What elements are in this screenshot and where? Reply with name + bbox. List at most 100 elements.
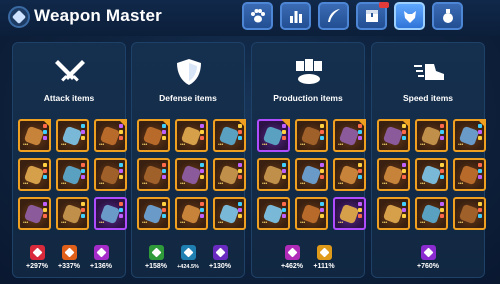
tab-stats[interactable] (280, 2, 311, 30)
rank-stars: ••• (420, 220, 426, 226)
equipment-slot[interactable]: ••• (377, 119, 410, 152)
equipment-slot[interactable]: ••• (213, 119, 246, 152)
gem-slots (320, 163, 324, 181)
crossed-swords-icon (55, 60, 85, 82)
equipment-slot[interactable]: ••• (415, 158, 448, 191)
equipment-slot[interactable]: ••• (94, 119, 127, 152)
stat-bonus: +297% (24, 245, 50, 270)
gem-slots (162, 163, 166, 181)
gem-slots (238, 163, 242, 181)
tab-bar (242, 0, 463, 34)
stat-bonus: +130% (207, 245, 233, 270)
gem-slots (358, 124, 362, 142)
equipment-slot[interactable]: ••• (257, 197, 290, 230)
gem-slots (162, 124, 166, 142)
equipment-slot[interactable]: ••• (453, 158, 486, 191)
treasure-chest-icon (366, 10, 378, 22)
rank-stars: ••• (382, 142, 388, 148)
stat-value: +760% (417, 263, 439, 270)
paw-icon (251, 9, 265, 23)
speed-stat-icon (420, 245, 436, 260)
equipment-slot[interactable]: ••• (175, 158, 208, 191)
gem-slots (43, 163, 47, 181)
rank-stars: ••• (180, 220, 186, 226)
gem-slots (238, 202, 242, 220)
rank-stars: ••• (180, 142, 186, 148)
equipment-slot[interactable]: ••• (18, 119, 51, 152)
weapon-master-icon (8, 6, 30, 28)
gem-slots (282, 124, 286, 142)
equipment-slot[interactable]: ••• (415, 197, 448, 230)
gem-slots (440, 163, 444, 181)
gem-slots (119, 202, 123, 220)
gem-slots (440, 124, 444, 142)
stat-bonus: +111% (311, 245, 337, 270)
rank-stars: ••• (61, 142, 67, 148)
equipment-slot[interactable]: ••• (94, 158, 127, 191)
rank-stars: ••• (61, 220, 67, 226)
equipment-slot[interactable]: ••• (377, 197, 410, 230)
equipment-slot[interactable]: ••• (175, 119, 208, 152)
stat-bonuses: +760% (372, 245, 484, 270)
gem-slots (43, 202, 47, 220)
equipment-slot[interactable]: ••• (18, 158, 51, 191)
equipment-slot[interactable]: ••• (56, 197, 89, 230)
tab-skills[interactable] (318, 2, 349, 30)
equipment-slot[interactable]: ••• (94, 197, 127, 230)
equipment-slot[interactable]: ••• (257, 119, 290, 152)
equipment-slot[interactable]: ••• (333, 119, 366, 152)
bar-chart-icon (290, 11, 302, 23)
stat-value: +130% (209, 263, 231, 270)
gem-slots (119, 163, 123, 181)
feather-icon (328, 9, 340, 22)
tab-potions[interactable] (432, 2, 463, 30)
equipment-slot[interactable]: ••• (56, 158, 89, 191)
shield-icon (177, 59, 201, 85)
running-shoe-icon (414, 64, 444, 80)
wolf-head-icon (404, 11, 416, 23)
equipment-slot[interactable]: ••• (175, 197, 208, 230)
stat-value: +337% (58, 263, 80, 270)
rank-stars: ••• (300, 220, 306, 226)
header: Weapon Master (0, 0, 500, 36)
equipment-slot[interactable]: ••• (333, 158, 366, 191)
tab-pets[interactable] (242, 2, 273, 30)
equipment-slot[interactable]: ••• (453, 119, 486, 152)
rank-stars: ••• (458, 220, 464, 226)
equipment-slot[interactable]: ••• (18, 197, 51, 230)
rank-stars: ••• (262, 220, 268, 226)
equipment-slot[interactable]: ••• (56, 119, 89, 152)
tab-weapon-master[interactable] (394, 2, 425, 30)
rank-stars: ••• (23, 142, 29, 148)
stat-bonuses: +462% +111% (252, 245, 364, 270)
equipment-slot[interactable]: ••• (137, 119, 170, 152)
equipment-slot[interactable]: ••• (213, 158, 246, 191)
rank-stars: ••• (142, 142, 148, 148)
resist-stat-icon (212, 245, 228, 260)
gem-slots (358, 202, 362, 220)
equipment-slot[interactable]: ••• (213, 197, 246, 230)
equipment-slot[interactable]: ••• (377, 158, 410, 191)
equipment-slot[interactable]: ••• (333, 197, 366, 230)
rank-stars: ••• (142, 220, 148, 226)
gem-slots (238, 124, 242, 142)
equipment-slot[interactable]: ••• (295, 119, 328, 152)
equipment-slot[interactable]: ••• (453, 197, 486, 230)
rank-stars: ••• (420, 142, 426, 148)
gem-slots (162, 202, 166, 220)
stat-value: +424.5% (177, 264, 199, 270)
equipment-slot[interactable]: ••• (415, 119, 448, 152)
tab-chests[interactable] (356, 2, 389, 30)
rank-stars: ••• (99, 181, 105, 187)
equipment-slot[interactable]: ••• (295, 158, 328, 191)
rank-stars: ••• (382, 220, 388, 226)
equipment-slot[interactable]: ••• (137, 158, 170, 191)
rank-stars: ••• (458, 142, 464, 148)
equipment-slot[interactable]: ••• (137, 197, 170, 230)
rank-stars: ••• (99, 142, 105, 148)
equipment-slot[interactable]: ••• (257, 158, 290, 191)
rank-stars: ••• (180, 181, 186, 187)
equipment-slot[interactable]: ••• (295, 197, 328, 230)
gem-slots (200, 202, 204, 220)
gem-slots (81, 202, 85, 220)
